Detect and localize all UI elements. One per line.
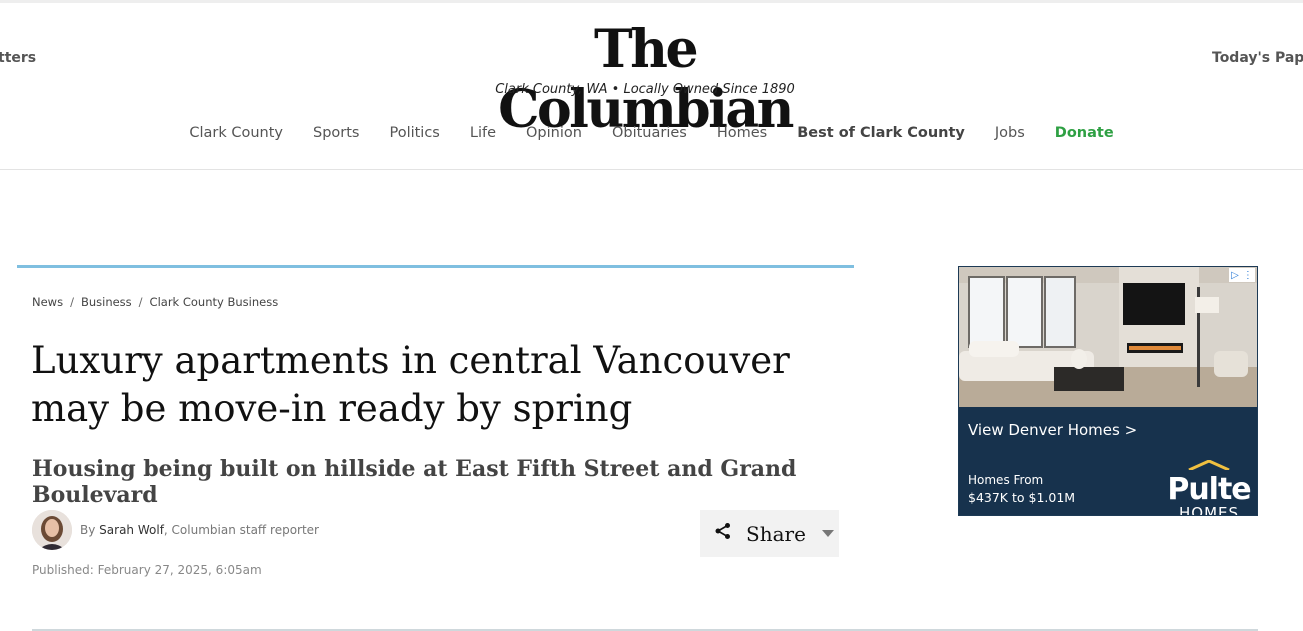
published-date: Published: February 27, 2025, 6:05am: [32, 563, 262, 577]
nav-divider: [0, 169, 1303, 170]
nav-item-jobs[interactable]: Jobs: [980, 125, 1040, 141]
nav-item-sports[interactable]: Sports: [298, 125, 374, 141]
nav-item-politics[interactable]: Politics: [374, 125, 454, 141]
site-tagline: Clark County, WA • Locally Owned Since 1…: [495, 82, 795, 97]
ad-homes-from: Homes From: [968, 473, 1044, 487]
ad-brand-logo: Pulte HOMES: [1167, 457, 1252, 516]
breadcrumb-business[interactable]: Business: [81, 295, 132, 309]
nav-item-best-of-clark-county[interactable]: Best of Clark County: [782, 125, 980, 141]
chevron-down-icon: [821, 530, 834, 537]
nav-item-donate[interactable]: Donate: [1040, 125, 1129, 141]
ad-living-room-image: [959, 267, 1257, 407]
newsletters-link[interactable]: tters: [0, 50, 36, 66]
main-nav: Clark County Sports Politics Life Opinio…: [0, 125, 1303, 141]
article-subhead: Housing being built on hillside at East …: [32, 456, 797, 508]
ad-brand-sub: HOMES: [1178, 504, 1240, 516]
author-link[interactable]: Sarah Wolf: [99, 523, 164, 537]
ad-choices-icon[interactable]: ▷ ⋮: [1229, 268, 1255, 282]
byline-prefix: By: [80, 523, 96, 537]
share-icon: [714, 522, 732, 545]
byline: By Sarah Wolf, Columbian staff reporter: [80, 523, 319, 537]
author-avatar[interactable]: [32, 510, 72, 550]
site-logo[interactable]: The Columbian: [440, 20, 850, 140]
share-label: Share: [746, 521, 806, 546]
breadcrumb: News / Business / Clark County Business: [32, 295, 278, 309]
breadcrumb-clark-county-business[interactable]: Clark County Business: [150, 295, 279, 309]
top-border: [0, 0, 1303, 3]
article-headline: Luxury apartments in central Vancouver m…: [31, 339, 790, 430]
advertisement[interactable]: ▷ ⋮ View Denver Homes > Homes From $437K…: [958, 266, 1258, 516]
breadcrumb-news[interactable]: News: [32, 295, 63, 309]
share-button[interactable]: Share: [700, 510, 839, 557]
ad-info-panel: View Denver Homes > Homes From $437K to …: [959, 407, 1257, 516]
nav-item-homes[interactable]: Homes: [702, 125, 782, 141]
breadcrumb-separator: /: [138, 295, 143, 309]
breadcrumb-separator: /: [70, 295, 74, 309]
ad-price-range: $437K to $1.01M: [968, 490, 1076, 505]
todays-paper-link[interactable]: Today's Pape: [1212, 50, 1303, 66]
article-top-rule: [17, 265, 854, 268]
nav-item-clark-county[interactable]: Clark County: [174, 125, 298, 141]
play-icon: ▷: [1231, 269, 1239, 281]
nav-item-life[interactable]: Life: [455, 125, 511, 141]
roof-icon: [1188, 459, 1230, 472]
author-role: , Columbian staff reporter: [163, 523, 319, 537]
ad-cta[interactable]: View Denver Homes >: [968, 421, 1137, 439]
nav-item-obituaries[interactable]: Obituaries: [597, 125, 702, 141]
nav-item-opinion[interactable]: Opinion: [511, 125, 597, 141]
more-vertical-icon: ⋮: [1242, 269, 1253, 281]
ad-brand-name: Pulte: [1167, 472, 1251, 507]
